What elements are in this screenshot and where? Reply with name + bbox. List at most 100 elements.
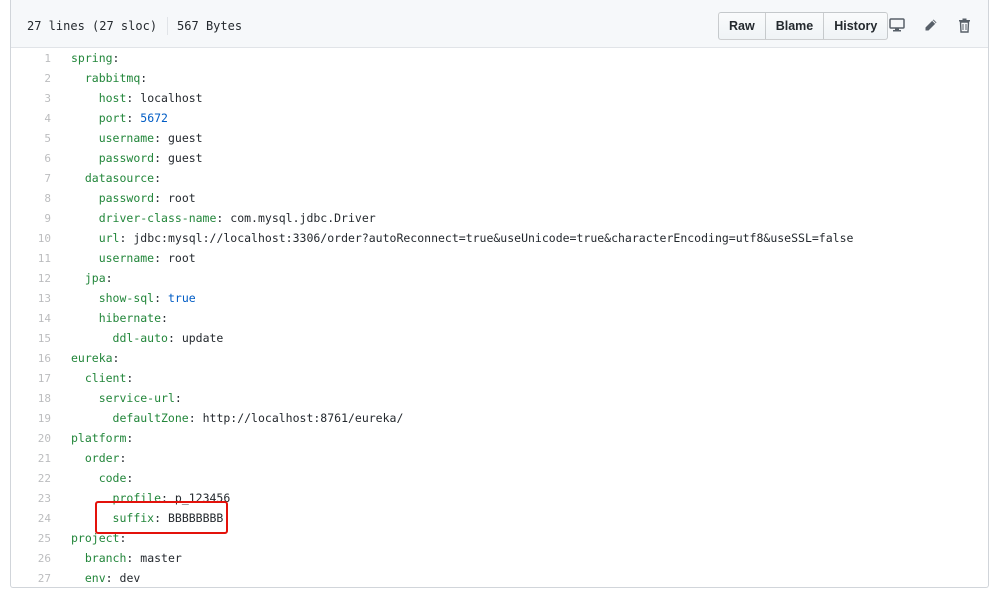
yaml-key: platform [71,431,127,445]
line-number[interactable]: 4 [11,112,51,125]
yaml-key: host [98,91,127,105]
yaml-value: true [167,291,196,305]
code-line: 2 rabbitmq: [11,68,988,88]
line-content: host: localhost [51,91,203,105]
line-number[interactable]: 1 [11,52,51,65]
history-button[interactable]: History [823,12,889,40]
yaml-key: url [98,231,120,245]
raw-button[interactable]: Raw [718,12,766,40]
yaml-value: 5672 [140,111,168,125]
yaml-colon: : [112,351,120,365]
line-number[interactable]: 15 [11,332,51,345]
line-number[interactable]: 25 [11,532,51,545]
line-number[interactable]: 13 [11,292,51,305]
line-number[interactable]: 16 [11,352,51,365]
yaml-value: jdbc:mysql://localhost:3306/order?autoRe… [133,231,854,245]
code-line: 8 password: root [11,188,988,208]
line-content: service-url: [51,391,182,405]
line-content: rabbitmq: [51,71,147,85]
yaml-colon: : [154,131,162,145]
line-number[interactable]: 27 [11,572,51,585]
line-content: eureka: [51,351,119,365]
yaml-key: show-sql [98,291,155,305]
yaml-colon: : [161,311,168,325]
desktop-icon[interactable] [888,16,906,34]
yaml-colon: : [154,171,162,185]
line-content: order: [51,451,127,465]
line-number[interactable]: 12 [11,272,51,285]
line-content: url: jdbc:mysql://localhost:3306/order?a… [51,231,854,245]
line-number[interactable]: 6 [11,152,51,165]
line-content: env: dev [51,571,140,585]
line-number[interactable]: 26 [11,552,51,565]
line-content: port: 5672 [51,111,168,125]
code-line: 14 hibernate: [11,308,988,328]
yaml-colon: : [112,51,120,65]
code-line: 11 username: root [11,248,988,268]
line-number[interactable]: 11 [11,252,51,265]
file-actions: Raw Blame History [718,12,889,40]
yaml-value: root [167,251,196,265]
line-number[interactable]: 3 [11,92,51,105]
line-number[interactable]: 7 [11,172,51,185]
yaml-key: order [84,451,120,465]
code-line: 6 password: guest [11,148,988,168]
yaml-colon: : [154,251,162,265]
line-number[interactable]: 9 [11,212,51,225]
code-line: 17 client: [11,368,988,388]
yaml-colon: : [188,411,196,425]
yaml-colon: : [174,391,182,405]
trash-icon[interactable] [955,16,973,34]
line-number[interactable]: 14 [11,312,51,325]
yaml-key: rabbitmq [84,71,141,85]
line-number[interactable]: 19 [11,412,51,425]
code-line: 18 service-url: [11,388,988,408]
line-content: spring: [51,51,119,65]
file-header: 27 lines (27 sloc) 567 Bytes Raw Blame H… [11,0,988,48]
file-info: 27 lines (27 sloc) 567 Bytes [27,17,242,35]
yaml-key: env [84,571,106,585]
line-number[interactable]: 5 [11,132,51,145]
code-line: 20 platform: [11,428,988,448]
yaml-key: username [98,251,155,265]
yaml-colon: : [126,431,134,445]
line-number[interactable]: 24 [11,512,51,525]
line-number[interactable]: 10 [11,232,51,245]
yaml-key: spring [71,51,113,65]
yaml-colon: : [154,151,162,165]
yaml-key: branch [84,551,127,565]
yaml-key: ddl-auto [112,331,168,345]
blame-button[interactable]: Blame [764,12,825,40]
pencil-icon[interactable] [922,16,940,34]
line-number[interactable]: 20 [11,432,51,445]
line-number[interactable]: 8 [11,192,51,205]
line-content: ddl-auto: update [51,331,224,345]
line-number[interactable]: 23 [11,492,51,505]
line-number[interactable]: 22 [11,472,51,485]
yaml-value: master [140,551,182,565]
yaml-value: root [167,191,196,205]
yaml-colon: : [167,331,175,345]
line-number[interactable]: 18 [11,392,51,405]
code-line: 13 show-sql: true [11,288,988,308]
line-content: hibernate: [51,311,168,325]
line-number[interactable]: 2 [11,72,51,85]
yaml-key: client [84,371,127,385]
line-number[interactable]: 21 [11,452,51,465]
line-number[interactable]: 17 [11,372,51,385]
